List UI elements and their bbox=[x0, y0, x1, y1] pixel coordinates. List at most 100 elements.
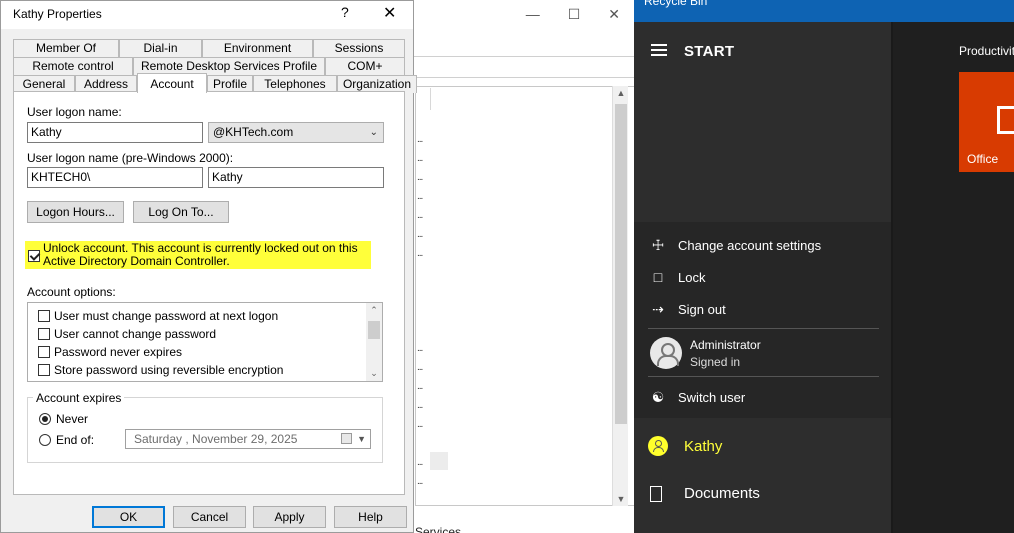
switch-user-item[interactable]: ☯ Switch user bbox=[648, 389, 745, 406]
change-account-settings-item[interactable]: ☩ Change account settings bbox=[648, 237, 821, 254]
scroll-up-icon[interactable]: ▲ bbox=[613, 88, 629, 98]
minimize-icon[interactable]: — bbox=[526, 6, 540, 23]
account-option-checkbox[interactable] bbox=[38, 310, 50, 322]
user-logon-name-label: User logon name: bbox=[27, 105, 122, 119]
background-window: — ☐ ✕ ..................................… bbox=[412, 0, 641, 533]
account-option-item[interactable]: User cannot change password bbox=[38, 327, 216, 341]
office-tile[interactable]: Office bbox=[959, 72, 1014, 172]
dialog-title: Kathy Properties bbox=[13, 7, 102, 21]
scroll-down-icon[interactable]: ⌄ bbox=[366, 368, 382, 379]
background-window-toolbar bbox=[413, 56, 635, 78]
background-window-caption-buttons: — ☐ ✕ bbox=[526, 6, 620, 23]
account-option-label: Password never expires bbox=[54, 345, 183, 359]
tab-environment[interactable]: Environment bbox=[202, 39, 313, 57]
calendar-icon bbox=[341, 433, 352, 444]
logon-hours-button[interactable]: Logon Hours... bbox=[27, 201, 124, 223]
account-option-checkbox[interactable] bbox=[38, 328, 50, 340]
domain-suffix-value: @KHTech.com bbox=[213, 125, 294, 139]
chevron-down-icon: ▼ bbox=[357, 434, 366, 444]
administrator-status: Signed in bbox=[690, 355, 741, 369]
account-separator bbox=[648, 376, 879, 377]
account-option-checkbox[interactable] bbox=[38, 364, 50, 376]
office-tile-label: Office bbox=[967, 152, 999, 166]
log-on-to-button[interactable]: Log On To... bbox=[133, 201, 229, 223]
tab-member-of[interactable]: Member Of bbox=[13, 39, 119, 57]
pre-windows-2000-label: User logon name (pre-Windows 2000): bbox=[27, 151, 234, 165]
hamburger-icon[interactable] bbox=[651, 44, 667, 59]
end-of-date-value: Saturday , November 29, 2025 bbox=[134, 432, 298, 446]
lock-icon: □ bbox=[653, 269, 663, 285]
properties-dialog: Kathy Properties ? ✕ Member Of Dial-in E… bbox=[0, 0, 417, 533]
tab-account[interactable]: Account bbox=[137, 73, 207, 93]
close-icon[interactable]: ✕ bbox=[608, 6, 620, 23]
start-header: START bbox=[684, 43, 735, 60]
never-label: Never bbox=[56, 412, 89, 426]
recycle-bin-label: Recycle Bin bbox=[644, 0, 708, 8]
switch-user-label: Switch user bbox=[678, 390, 746, 405]
close-icon[interactable]: ✕ bbox=[383, 3, 396, 23]
tiles-group-title: Productivity bbox=[959, 44, 1014, 58]
account-option-item[interactable]: User must change password at next logon bbox=[38, 309, 278, 323]
start-column-divider bbox=[891, 22, 893, 533]
switch-user-icon: ☯ bbox=[651, 389, 665, 405]
scrollbar-thumb[interactable] bbox=[615, 104, 627, 424]
scroll-up-icon[interactable]: ⌃ bbox=[366, 305, 382, 316]
sign-out-label: Sign out bbox=[678, 302, 726, 317]
administrator-name[interactable]: Administrator bbox=[690, 338, 761, 352]
account-options-label: Account options: bbox=[27, 285, 116, 299]
tab-com-plus[interactable]: COM+ bbox=[325, 57, 405, 75]
start-menu: Recycle Bin START ☩ Change account settin… bbox=[634, 0, 1014, 533]
pre-windows-2000-user-input[interactable]: Kathy bbox=[208, 167, 384, 188]
user-avatar-icon bbox=[648, 436, 668, 456]
account-option-label: User must change password at next logon bbox=[54, 309, 279, 323]
current-user-button[interactable]: Kathy bbox=[648, 436, 722, 456]
unlock-account-highlight: Unlock account. This account is currentl… bbox=[25, 241, 371, 269]
list-divider bbox=[430, 88, 431, 110]
account-expires-label: Account expires bbox=[33, 391, 125, 405]
person-gear-icon: ☩ bbox=[651, 237, 665, 253]
pre-windows-2000-domain-field: KHTECH0\ bbox=[27, 167, 203, 188]
help-button[interactable]: Help bbox=[334, 506, 407, 528]
office-logo-icon bbox=[997, 106, 1014, 134]
tab-row-2: Remote control Remote Desktop Services P… bbox=[13, 57, 405, 75]
never-option[interactable]: Never bbox=[39, 412, 88, 426]
never-radio[interactable] bbox=[39, 413, 51, 425]
scroll-down-icon[interactable]: ▼ bbox=[613, 494, 629, 504]
list-ellipses: ........................................… bbox=[417, 134, 423, 487]
list-selection bbox=[430, 452, 448, 470]
account-option-item[interactable]: Password never expires bbox=[38, 345, 182, 359]
scrollbar-thumb[interactable] bbox=[368, 321, 380, 339]
documents-label: Documents bbox=[684, 485, 760, 502]
tab-dial-in[interactable]: Dial-in bbox=[119, 39, 202, 57]
help-icon[interactable]: ? bbox=[341, 4, 349, 20]
background-window-bottom-text: Services bbox=[415, 525, 462, 533]
sign-out-item[interactable]: ⇢ Sign out bbox=[648, 301, 726, 318]
tab-row-1: Member Of Dial-in Environment Sessions bbox=[13, 39, 405, 57]
account-option-label: Store password using reversible encrypti… bbox=[54, 363, 284, 377]
desktop-strip: Recycle Bin bbox=[634, 0, 1014, 22]
maximize-icon[interactable]: ☐ bbox=[568, 6, 581, 23]
end-of-label: End of: bbox=[56, 433, 95, 447]
domain-suffix-select[interactable]: @KHTech.com ⌄ bbox=[208, 122, 384, 143]
end-of-option[interactable]: End of: bbox=[39, 433, 94, 447]
tab-remote-control[interactable]: Remote control bbox=[13, 57, 133, 75]
user-logon-name-input[interactable]: Kathy bbox=[27, 122, 203, 143]
chevron-down-icon: ⌄ bbox=[369, 127, 378, 138]
background-window-scrollbar[interactable]: ▲ ▼ bbox=[612, 86, 628, 506]
ok-button[interactable]: OK bbox=[92, 506, 165, 528]
change-account-settings-label: Change account settings bbox=[678, 238, 822, 253]
account-option-item[interactable]: Store password using reversible encrypti… bbox=[38, 363, 283, 377]
account-options-scrollbar[interactable]: ⌃ ⌄ bbox=[366, 303, 382, 381]
cancel-button[interactable]: Cancel bbox=[173, 506, 246, 528]
end-of-radio[interactable] bbox=[39, 434, 51, 446]
lock-item[interactable]: □ Lock bbox=[648, 269, 706, 285]
unlock-account-checkbox[interactable] bbox=[28, 250, 40, 262]
sign-out-icon: ⇢ bbox=[652, 301, 664, 317]
tab-sessions[interactable]: Sessions bbox=[313, 39, 405, 57]
account-option-checkbox[interactable] bbox=[38, 346, 50, 358]
background-window-list[interactable] bbox=[415, 86, 641, 506]
apply-button[interactable]: Apply bbox=[253, 506, 326, 528]
account-option-label: User cannot change password bbox=[54, 327, 217, 341]
account-options-list[interactable]: User must change password at next logon … bbox=[27, 302, 383, 382]
documents-item[interactable]: Documents bbox=[650, 485, 760, 502]
